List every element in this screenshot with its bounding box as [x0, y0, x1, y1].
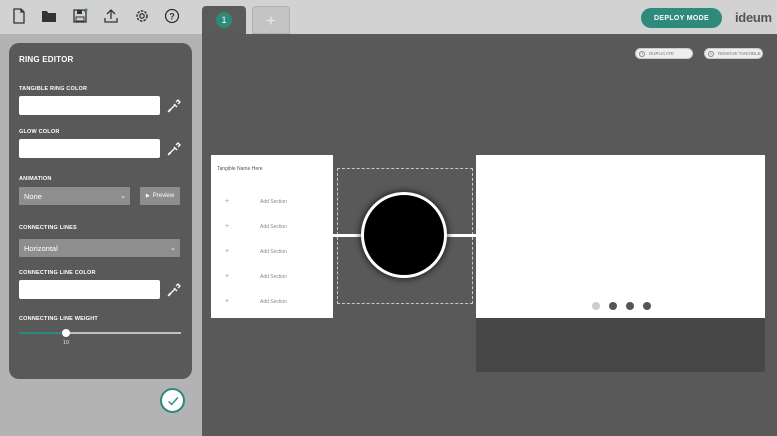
ring-editor-panel: RING EDITOR TANGIBLE RING COLOR GLOW COL… [9, 43, 192, 379]
help-icon[interactable]: ? [164, 8, 180, 24]
save-icon[interactable] [72, 8, 88, 24]
add-section-item[interactable]: + Add Section [225, 223, 287, 230]
connecting-lines-label: CONNECTING LINES [19, 225, 77, 231]
connecting-lines-select[interactable]: Horizontal ⌄ [19, 239, 180, 257]
eyedropper-icon[interactable] [166, 141, 182, 157]
plus-icon: + [225, 198, 230, 205]
connecting-line-color-label: CONNECTING LINE COLOR [19, 270, 96, 276]
preview-button[interactable]: ▶ Preview [140, 187, 180, 205]
ideum-logo: ideum [735, 10, 772, 25]
upload-icon[interactable] [103, 8, 119, 24]
add-section-item[interactable]: + Add Section [225, 198, 287, 205]
tangible-ring-color-label: TANGIBLE RING COLOR [19, 86, 88, 92]
left-sidebar: RING EDITOR TANGIBLE RING COLOR GLOW COL… [0, 34, 202, 436]
tab-1[interactable]: 1 [202, 6, 246, 34]
duplicate-label: DUPLICATE [649, 51, 674, 56]
top-toolbar: ? 1 + DEPLOY MODE ideum [0, 0, 777, 34]
glow-color-label: GLOW COLOR [19, 129, 60, 135]
plus-icon: + [225, 298, 230, 305]
connecting-line-color-field[interactable] [19, 280, 160, 299]
tab-number: 1 [216, 12, 232, 28]
glow-color-field[interactable] [19, 139, 160, 158]
tangible-name[interactable]: Tangible Name Here [217, 166, 263, 172]
new-file-icon[interactable] [11, 8, 27, 24]
connecting-line-right [445, 234, 476, 237]
slider-value: 10 [63, 340, 70, 346]
slider-thumb[interactable] [62, 329, 70, 337]
eyedropper-icon[interactable] [166, 282, 182, 298]
panel-title: RING EDITOR [19, 55, 74, 64]
plus-icon: + [225, 248, 230, 255]
checkmark-icon [167, 396, 178, 406]
add-section-label: Add Section [260, 273, 287, 280]
duplicate-icon: + [639, 50, 645, 57]
remove-tangible-button[interactable]: × REMOVE TANGIBLE [704, 48, 763, 59]
line-weight-slider[interactable] [19, 329, 181, 337]
svg-text:?: ? [169, 12, 175, 22]
content-card-shadow [476, 318, 765, 372]
add-tab-button[interactable]: + [252, 6, 290, 34]
plus-icon: + [225, 273, 230, 280]
slider-fill [19, 332, 66, 334]
add-section-label: Add Section [260, 198, 287, 205]
chevron-down-icon: ⌄ [170, 245, 176, 252]
connecting-line-weight-label: CONNECTING LINE WEIGHT [19, 316, 98, 322]
chevron-down-icon: ⌄ [120, 193, 126, 200]
deploy-mode-button[interactable]: DEPLOY MODE [641, 8, 722, 28]
settings-icon[interactable] [134, 8, 150, 24]
play-icon: ▶ [145, 193, 150, 199]
animation-value: None [24, 191, 42, 201]
open-folder-icon[interactable] [41, 8, 57, 24]
plus-icon: + [225, 223, 230, 230]
pagination-dot[interactable] [626, 302, 634, 310]
pagination-dot[interactable] [643, 302, 651, 310]
pagination-dot[interactable] [592, 302, 600, 310]
tangible-info-card: Tangible Name Here + Add Section + Add Sec… [211, 155, 333, 318]
eyedropper-icon[interactable] [166, 98, 182, 114]
add-section-item[interactable]: + Add Section [225, 273, 287, 280]
add-section-label: Add Section [260, 298, 287, 305]
pagination-dot[interactable] [609, 302, 617, 310]
connecting-line-left [333, 234, 363, 237]
animation-label: ANIMATION [19, 176, 52, 182]
add-section-label: Add Section [260, 248, 287, 255]
tangible-ring[interactable] [361, 192, 447, 278]
connecting-lines-value: Horizontal [24, 243, 58, 253]
preview-label: Preview [152, 193, 175, 199]
add-section-label: Add Section [260, 223, 287, 230]
remove-icon: × [708, 50, 714, 57]
duplicate-button[interactable]: + DUPLICATE [635, 48, 693, 59]
animation-select[interactable]: None ⌄ [19, 187, 130, 205]
remove-label: REMOVE TANGIBLE [718, 51, 761, 56]
add-section-item[interactable]: + Add Section [225, 248, 287, 255]
confirm-button[interactable] [160, 388, 185, 413]
content-card [476, 155, 765, 318]
add-section-item[interactable]: + Add Section [225, 298, 287, 305]
tangible-ring-color-field[interactable] [19, 96, 160, 115]
